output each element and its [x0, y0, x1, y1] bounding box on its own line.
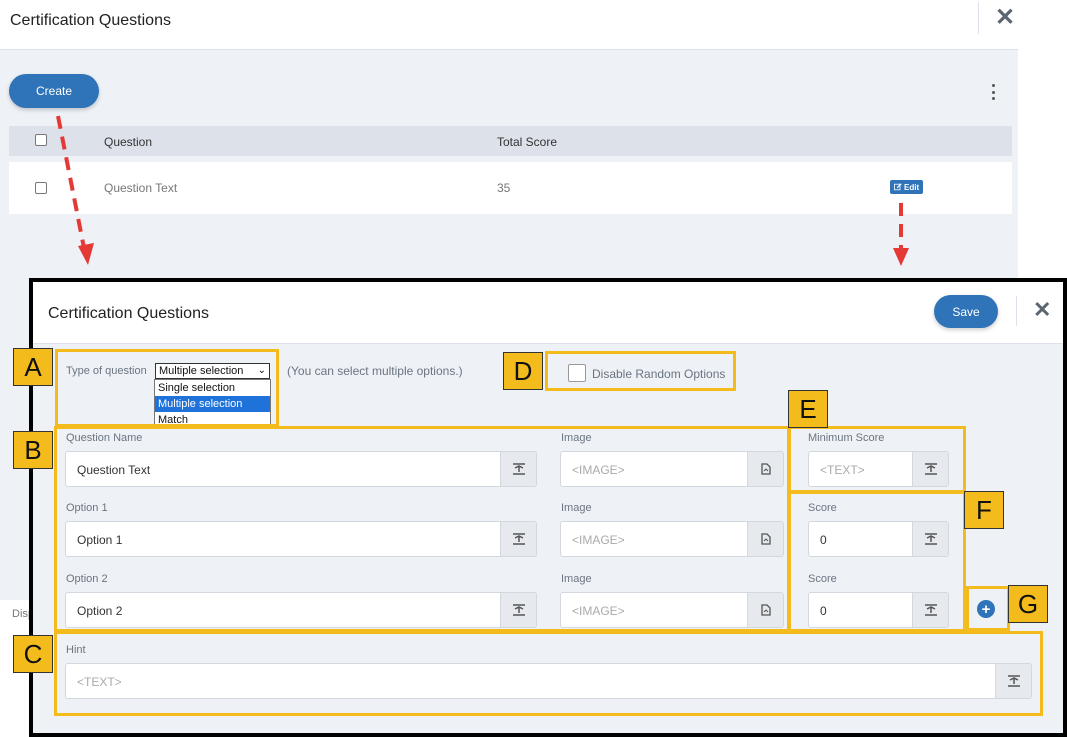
arrow-head-right	[893, 248, 909, 266]
annotation-letter-b: B	[13, 431, 53, 469]
annotation-box-c	[54, 631, 1043, 716]
annotation-box-b	[54, 426, 790, 632]
modal-title: Certification Questions	[48, 305, 209, 322]
annotation-letter-e: E	[788, 390, 828, 428]
type-note: (You can select multiple options.)	[287, 364, 463, 378]
save-button[interactable]: Save	[934, 295, 998, 328]
modal-close-icon[interactable]: ✕	[1033, 299, 1051, 321]
annotation-box-e	[788, 426, 966, 493]
annotation-letter-g: G	[1008, 585, 1048, 623]
modal-header-divider	[1016, 296, 1017, 326]
annotation-letter-c: C	[13, 635, 53, 673]
annotation-box-a	[55, 349, 279, 427]
annotation-box-g	[966, 586, 1010, 631]
annotation-letter-a: A	[13, 348, 53, 386]
arrow-head-left	[78, 243, 94, 265]
annotation-letter-f: F	[964, 491, 1004, 529]
annotation-box-f	[788, 491, 966, 632]
annotation-box-d	[545, 351, 736, 391]
annotation-letter-d: D	[503, 352, 543, 390]
